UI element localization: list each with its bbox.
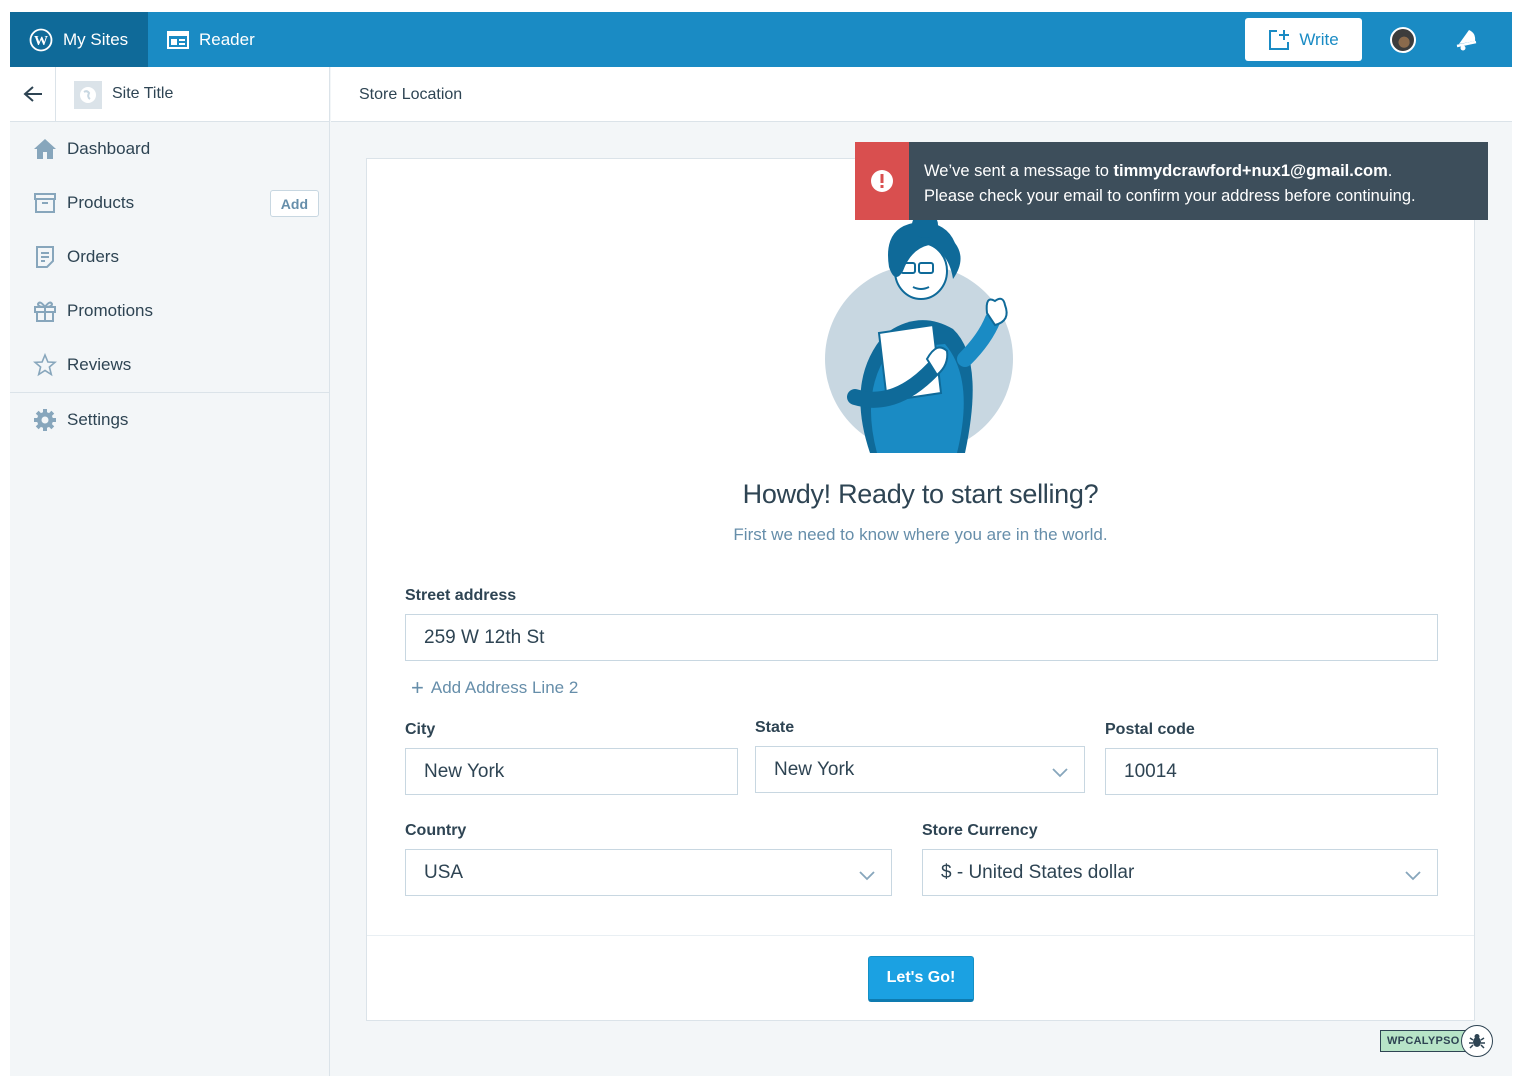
email-verification-notice: We’ve sent a message to timmydcrawford+n…	[855, 142, 1488, 220]
sidebar-item-products[interactable]: Products Add	[10, 176, 329, 230]
document-icon	[33, 245, 57, 269]
city-field[interactable]: New York	[405, 748, 738, 795]
notice-email: timmydcrawford+nux1@gmail.com	[1113, 162, 1388, 180]
city-value: New York	[424, 760, 505, 782]
country-label: Country	[405, 822, 467, 839]
postal-code-field[interactable]: 10014	[1105, 748, 1438, 795]
city-label: City	[405, 721, 436, 738]
setup-subline: First we need to know where you are in t…	[733, 525, 1108, 544]
sidebar-item-dashboard[interactable]: Dashboard	[10, 122, 329, 176]
site-header: Site Title	[10, 67, 329, 122]
avatar[interactable]	[1390, 27, 1416, 53]
section-header: Store Location	[331, 67, 1512, 122]
sidebar-item-orders[interactable]: Orders	[10, 230, 329, 284]
masterbar: W My Sites Reader Write	[10, 12, 1512, 67]
setup-headline: Howdy! Ready to start selling?	[742, 479, 1099, 509]
store-setup-card: Howdy! Ready to start selling? First we …	[366, 158, 1475, 1021]
sidebar-item-promotions[interactable]: Promotions	[10, 284, 329, 338]
wordpress-logo-icon: W	[29, 28, 53, 52]
reader-label: Reader	[199, 29, 255, 49]
box-icon	[33, 191, 57, 215]
page-title: Store Location	[359, 86, 463, 103]
sidebar-item-label: Products	[67, 193, 135, 212]
write-label: Write	[1299, 29, 1339, 49]
notice-suffix: .	[1387, 162, 1393, 180]
notice-prefix: We’ve sent a message to	[924, 162, 1114, 180]
add-product-button[interactable]: Add	[269, 190, 319, 217]
street-address-label: Street address	[405, 587, 517, 604]
chevron-down-icon	[1052, 762, 1068, 784]
plus-icon: +	[411, 675, 424, 700]
state-select[interactable]: New York	[755, 746, 1085, 793]
notifications-bell-icon[interactable]	[1454, 27, 1480, 58]
sidebar-item-label: Settings	[67, 410, 129, 429]
welcome-illustration	[825, 209, 1035, 455]
gift-icon	[33, 299, 57, 323]
sidebar-item-label: Dashboard	[67, 139, 151, 158]
street-address-field[interactable]: 259 W 12th St	[405, 614, 1438, 661]
notice-line-2: Please check your email to confirm your …	[924, 187, 1416, 205]
globe-icon	[74, 81, 102, 109]
state-label: State	[755, 719, 795, 736]
sidebar-menu: Dashboard Products Add Orders Promotions…	[10, 122, 329, 447]
add-address-line-2-link[interactable]: + Add Address Line 2	[411, 677, 578, 699]
star-icon	[33, 353, 57, 377]
chevron-down-icon	[1405, 865, 1421, 887]
state-value: New York	[774, 758, 855, 780]
wpcalypso-badge: WPCALYPSO	[1380, 1030, 1467, 1052]
app-window: W My Sites Reader Write Site Title Dashb…	[10, 12, 1512, 1076]
store-currency-label: Store Currency	[922, 822, 1038, 839]
my-sites-label: My Sites	[63, 29, 129, 49]
lets-go-button[interactable]: Let's Go!	[868, 956, 974, 1002]
store-currency-value: $ - United States dollar	[941, 861, 1135, 883]
house-icon	[33, 137, 57, 161]
street-address-value: 259 W 12th St	[424, 626, 545, 648]
postal-code-label: Postal code	[1105, 721, 1195, 738]
sidebar-item-reviews[interactable]: Reviews	[10, 338, 329, 392]
bug-report-icon[interactable]	[1461, 1025, 1493, 1057]
reader-icon	[167, 30, 189, 49]
write-button[interactable]: Write	[1245, 18, 1362, 61]
reader-button[interactable]: Reader	[167, 12, 255, 67]
country-value: USA	[424, 861, 464, 883]
postal-code-value: 10014	[1124, 760, 1177, 782]
svg-text:W: W	[34, 34, 48, 49]
sidebar-item-label: Reviews	[67, 355, 132, 374]
back-arrow-icon[interactable]	[10, 67, 56, 121]
my-sites-button[interactable]: W My Sites	[10, 12, 148, 67]
site-title[interactable]: Site Title	[112, 85, 173, 103]
alert-icon	[855, 142, 909, 220]
write-icon	[1268, 29, 1290, 51]
sidebar-item-label: Promotions	[67, 301, 153, 320]
notice-text: We’ve sent a message to timmydcrawford+n…	[909, 142, 1416, 220]
country-select[interactable]: USA	[405, 849, 892, 896]
add-address-line-2-label: Add Address Line 2	[430, 678, 579, 697]
sidebar-item-label: Orders	[67, 247, 119, 266]
sidebar-item-settings[interactable]: Settings	[10, 393, 329, 447]
cog-icon	[33, 408, 57, 432]
chevron-down-icon	[859, 865, 875, 887]
store-currency-select[interactable]: $ - United States dollar	[922, 849, 1438, 896]
card-footer-divider	[367, 935, 1474, 936]
sidebar: Site Title Dashboard Products Add Orders…	[10, 67, 330, 1076]
notice-line-1: We’ve sent a message to timmydcrawford+n…	[924, 159, 1416, 184]
